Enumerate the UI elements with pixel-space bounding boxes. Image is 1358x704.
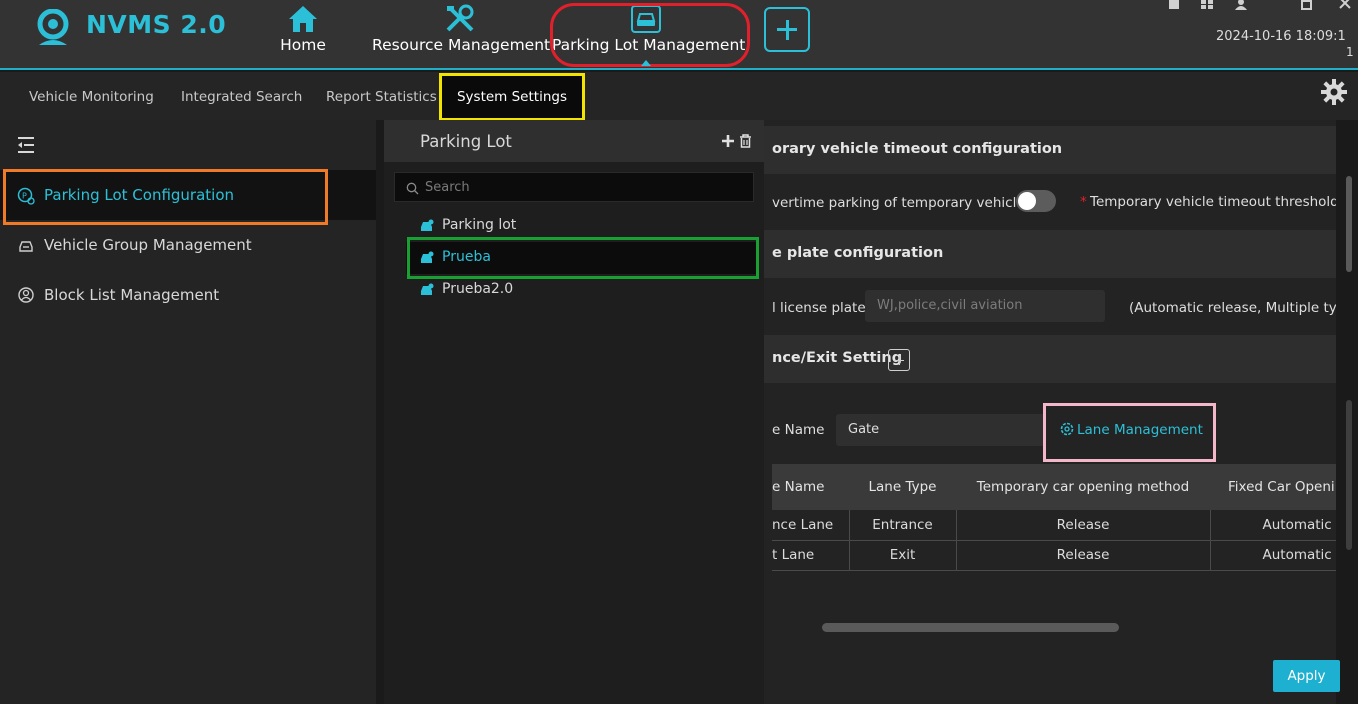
tree-item-prueba2[interactable]: Prueba2.0 (406, 274, 756, 306)
parking-lot-panel: Parking Lot Search Parking lot Prueba Pr… (384, 120, 764, 704)
annotation-red-highlight (550, 3, 750, 67)
sidebar-item-block-list-management[interactable]: Block List Management (0, 270, 376, 320)
top-bar: NVMS 2.0 Home Resource Management Parkin… (0, 0, 1358, 70)
add-module-button[interactable] (764, 7, 810, 52)
table-header-row: e Name Lane Type Temporary car opening m… (772, 464, 1346, 510)
nav-home[interactable]: Home (272, 0, 334, 68)
parking-lot-panel-title: Parking Lot (420, 132, 512, 151)
sidebar: P Parking Lot Configuration Vehicle Grou… (0, 120, 376, 704)
active-nav-caret (641, 60, 651, 66)
table-row[interactable]: t Lane Exit Release Automatic R (772, 540, 1346, 571)
special-plate-placeholder: WJ,police,civil aviation (877, 298, 1023, 313)
table-cell: Entrance (849, 510, 957, 541)
tab-report-statistics[interactable]: Report Statistics (326, 89, 437, 105)
search-placeholder: Search (425, 180, 470, 195)
overtime-toggle[interactable] (1016, 190, 1056, 212)
tools-icon (446, 4, 473, 32)
section-title: e plate configuration (772, 245, 944, 261)
delete-icon[interactable] (739, 134, 752, 148)
lock-icon[interactable] (1167, 0, 1181, 10)
tree-item-label: Parking lot (442, 217, 517, 233)
sidebar-item-vehicle-group-management[interactable]: Vehicle Group Management (0, 220, 376, 270)
overtime-label: vertime parking of temporary vehicles (772, 195, 1032, 211)
special-plate-note: (Automatic release, Multiple types (1129, 300, 1358, 316)
vertical-scrollbar[interactable] (1346, 176, 1352, 272)
column-header: Fixed Car Openi (1210, 464, 1346, 510)
section-plate-config: e plate configuration (764, 230, 1336, 278)
tab-integrated-search[interactable]: Integrated Search (181, 89, 302, 105)
table-cell: Exit (849, 540, 957, 571)
datetime: 2024-10-16 18:09:1 (1216, 29, 1346, 44)
logo-icon (37, 9, 69, 45)
annotation-orange-highlight (3, 169, 328, 225)
parking-lot-panel-header: Parking Lot (384, 120, 764, 162)
entrance-name-value: Gate (848, 422, 880, 437)
parking-lot-icon (421, 219, 434, 231)
search-icon (406, 182, 419, 195)
home-icon (289, 6, 317, 32)
threshold-label: Temporary vehicle timeout threshold (ho (1090, 194, 1358, 210)
annotation-green-highlight (407, 237, 759, 279)
config-panel: orary vehicle timeout configuration vert… (764, 120, 1358, 704)
tree-item-label: Prueba2.0 (442, 281, 514, 297)
app-title: NVMS 2.0 (86, 10, 227, 39)
sidebar-item-label: Block List Management (44, 286, 220, 304)
nav-resource-management-label: Resource Management (372, 36, 551, 54)
gear-icon[interactable] (1320, 78, 1348, 106)
section-timeout-config: orary vehicle timeout configuration (764, 126, 1336, 174)
add-parking-lot-icon[interactable] (721, 134, 735, 148)
lane-management-link[interactable]: Lane Management (1077, 422, 1203, 438)
user-icon[interactable] (1234, 0, 1248, 10)
sidebar-item-label: Vehicle Group Management (44, 236, 252, 254)
column-header: e Name (772, 464, 849, 510)
vehicle-group-icon (19, 241, 33, 252)
menu-collapse-icon[interactable] (16, 136, 36, 154)
table-cell: t Lane (772, 540, 850, 571)
special-plate-input[interactable]: WJ,police,civil aviation (865, 290, 1105, 322)
datetime-line2: 1 (1346, 45, 1354, 59)
table-row[interactable]: nce Lane Entrance Release Automatic R (772, 510, 1346, 541)
special-plate-label: l license plate (772, 300, 866, 316)
table-cell: Release (956, 510, 1211, 541)
parking-lot-search[interactable]: Search (394, 172, 754, 202)
tab-system-settings[interactable]: System Settings (439, 73, 585, 121)
column-header: Temporary car opening method (956, 464, 1210, 510)
section-entrance-exit: nce/Exit Setting (764, 335, 1336, 383)
grid-icon[interactable] (1200, 0, 1214, 10)
tab-vehicle-monitoring[interactable]: Vehicle Monitoring (29, 89, 154, 105)
entrance-name-label: e Name (772, 422, 825, 438)
horizontal-scrollbar[interactable] (822, 623, 1119, 632)
nav-home-label: Home (280, 36, 326, 54)
entrance-name-input[interactable]: Gate (836, 414, 1046, 446)
add-entrance-button[interactable] (888, 349, 910, 371)
parking-lot-icon (421, 283, 434, 295)
lanes-table: e Name Lane Type Temporary car opening m… (772, 464, 1346, 571)
vertical-scrollbar-track[interactable] (1346, 400, 1352, 550)
section-title: orary vehicle timeout configuration (772, 141, 1063, 157)
table-cell: Automatic R (1210, 540, 1346, 571)
apply-button[interactable]: Apply (1273, 660, 1340, 692)
section-title: nce/Exit Setting (772, 350, 903, 366)
table-cell: Release (956, 540, 1211, 571)
column-header: Lane Type (849, 464, 956, 510)
table-cell: nce Lane (772, 510, 850, 541)
nav-resource-management[interactable]: Resource Management (372, 0, 551, 68)
close-icon[interactable] (1338, 0, 1352, 10)
settings-icon[interactable] (1060, 422, 1074, 436)
window-restore-icon[interactable] (1300, 0, 1314, 10)
sub-tab-bar: Vehicle Monitoring Integrated Search Rep… (0, 72, 1358, 121)
table-cell: Automatic R (1210, 510, 1346, 541)
block-list-icon (18, 287, 34, 303)
required-mark: * (1080, 194, 1087, 210)
